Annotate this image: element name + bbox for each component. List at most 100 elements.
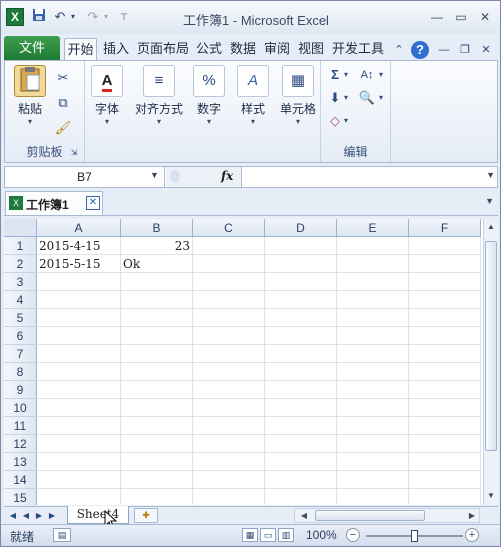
scroll-up-icon[interactable]: ▲ xyxy=(484,220,498,234)
workbook-menu-icon[interactable]: ▼ xyxy=(485,196,494,206)
cell-b4[interactable] xyxy=(121,291,193,309)
row-header-3[interactable]: 3 xyxy=(4,273,37,291)
scroll-down-icon[interactable]: ▼ xyxy=(484,489,498,503)
customize-qat-icon[interactable]: ⊤ xyxy=(119,8,129,26)
sort-filter-icon[interactable]: A↕ xyxy=(357,66,377,84)
cell-c12[interactable] xyxy=(193,435,265,453)
cell-f12[interactable] xyxy=(409,435,481,453)
cell-b13[interactable] xyxy=(121,453,193,471)
cell-d6[interactable] xyxy=(265,327,337,345)
cell-f15[interactable] xyxy=(409,489,481,505)
clipboard-launcher-icon[interactable]: ⇲ xyxy=(68,144,80,162)
cell-e12[interactable] xyxy=(337,435,409,453)
cell-f6[interactable] xyxy=(409,327,481,345)
cell-c10[interactable] xyxy=(193,399,265,417)
cell-e3[interactable] xyxy=(337,273,409,291)
column-header-d[interactable]: D xyxy=(265,219,337,237)
cells-button[interactable]: ▦ 单元格 ▾ xyxy=(279,65,317,126)
cell-a5[interactable] xyxy=(37,309,121,327)
wb-restore-icon[interactable]: ❐ xyxy=(456,41,474,59)
normal-view-icon[interactable]: ▦ xyxy=(242,528,258,542)
column-header-b[interactable]: B xyxy=(121,219,193,237)
cell-e8[interactable] xyxy=(337,363,409,381)
horizontal-scrollbar[interactable]: ◀ ▶ xyxy=(294,508,480,523)
cell-c6[interactable] xyxy=(193,327,265,345)
tab-page-layout[interactable]: 页面布局 xyxy=(135,38,191,60)
autosum-dropdown-icon[interactable]: ▾ xyxy=(341,66,351,84)
styles-button[interactable]: A 样式 ▾ xyxy=(235,65,271,126)
cell-c2[interactable] xyxy=(193,255,265,273)
cell-c7[interactable] xyxy=(193,345,265,363)
cell-d15[interactable] xyxy=(265,489,337,505)
cell-a1[interactable]: 2015-4-15 xyxy=(37,237,121,255)
first-sheet-icon[interactable]: ◀ xyxy=(7,509,19,523)
row-header-8[interactable]: 8 xyxy=(4,363,37,381)
cell-d12[interactable] xyxy=(265,435,337,453)
cell-b15[interactable] xyxy=(121,489,193,505)
cell-b2[interactable]: Ok xyxy=(121,255,193,273)
expand-formula-bar-icon[interactable]: ▼ xyxy=(486,170,495,180)
column-header-e[interactable]: E xyxy=(337,219,409,237)
cell-b11[interactable] xyxy=(121,417,193,435)
cell-b6[interactable] xyxy=(121,327,193,345)
undo-icon[interactable]: ↶ xyxy=(52,8,68,26)
sort-filter-dropdown-icon[interactable]: ▾ xyxy=(376,66,386,84)
cell-e14[interactable] xyxy=(337,471,409,489)
workbook-tab[interactable]: X 工作簿1 ✕ xyxy=(5,191,103,215)
row-header-7[interactable]: 7 xyxy=(4,345,37,363)
cell-d2[interactable] xyxy=(265,255,337,273)
cell-b3[interactable] xyxy=(121,273,193,291)
cell-d11[interactable] xyxy=(265,417,337,435)
cell-a9[interactable] xyxy=(37,381,121,399)
cell-f14[interactable] xyxy=(409,471,481,489)
cell-f7[interactable] xyxy=(409,345,481,363)
row-header-4[interactable]: 4 xyxy=(4,291,37,309)
paste-dropdown-icon[interactable]: ▾ xyxy=(11,117,49,126)
formula-input[interactable] xyxy=(245,167,475,187)
cell-b12[interactable] xyxy=(121,435,193,453)
cell-b7[interactable] xyxy=(121,345,193,363)
minimize-icon[interactable]: — xyxy=(429,10,445,24)
zoom-in-icon[interactable]: + xyxy=(465,528,479,542)
cell-b9[interactable] xyxy=(121,381,193,399)
save-icon[interactable] xyxy=(31,8,47,26)
zoom-slider-thumb[interactable] xyxy=(410,530,418,542)
cell-f9[interactable] xyxy=(409,381,481,399)
cell-c5[interactable] xyxy=(193,309,265,327)
cell-f10[interactable] xyxy=(409,399,481,417)
cell-e5[interactable] xyxy=(337,309,409,327)
tab-review[interactable]: 审阅 xyxy=(262,38,292,60)
cell-e9[interactable] xyxy=(337,381,409,399)
column-header-a[interactable]: A xyxy=(37,219,121,237)
cell-a3[interactable] xyxy=(37,273,121,291)
minimize-ribbon-icon[interactable]: ⌃ xyxy=(390,41,408,59)
row-header-14[interactable]: 14 xyxy=(4,471,37,489)
cell-d3[interactable] xyxy=(265,273,337,291)
cell-c9[interactable] xyxy=(193,381,265,399)
wb-close-icon[interactable]: ✕ xyxy=(477,41,495,59)
spreadsheet-grid[interactable]: ABCDEF 1 2 3 4 5 6 7 8 9 10 11 12 13 14 15 2015-4-15 23… xyxy=(4,219,498,505)
insert-sheet-icon[interactable]: ✚ xyxy=(134,508,158,523)
excel-app-icon[interactable]: X xyxy=(6,8,24,26)
sheet-tab-sheet4[interactable]: Sheet4 xyxy=(67,506,129,524)
cell-a6[interactable] xyxy=(37,327,121,345)
cell-e6[interactable] xyxy=(337,327,409,345)
scroll-left-icon[interactable]: ◀ xyxy=(297,509,311,523)
cell-b1[interactable]: 23 xyxy=(121,237,193,255)
help-icon[interactable]: ? xyxy=(411,41,429,59)
cell-d5[interactable] xyxy=(265,309,337,327)
row-header-13[interactable]: 13 xyxy=(4,453,37,471)
zoom-out-icon[interactable]: − xyxy=(346,528,360,542)
cell-b10[interactable] xyxy=(121,399,193,417)
cell-e7[interactable] xyxy=(337,345,409,363)
cell-f11[interactable] xyxy=(409,417,481,435)
cell-f4[interactable] xyxy=(409,291,481,309)
find-select-icon[interactable]: 🔍 xyxy=(357,89,377,107)
tab-developer[interactable]: 开发工具 xyxy=(330,38,386,60)
row-header-15[interactable]: 15 xyxy=(4,489,37,505)
cell-c1[interactable] xyxy=(193,237,265,255)
paste-button[interactable]: 粘贴 ▾ xyxy=(11,65,49,126)
cell-e10[interactable] xyxy=(337,399,409,417)
redo-icon[interactable]: ↷ xyxy=(85,8,101,26)
clear-dropdown-icon[interactable]: ▾ xyxy=(341,112,351,130)
